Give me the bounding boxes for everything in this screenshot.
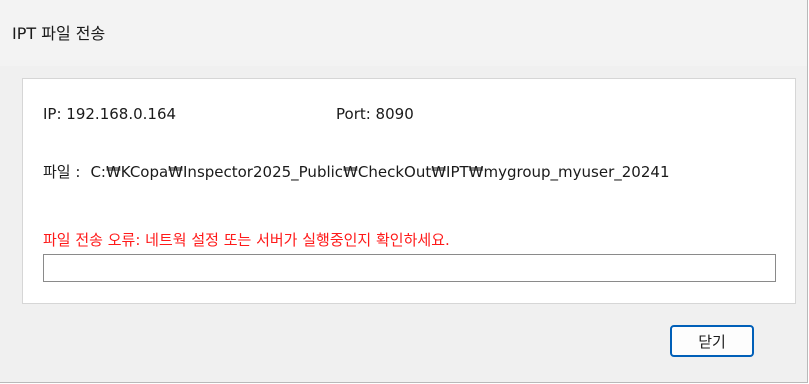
file-path-text: C:₩KCopa₩Inspector2025_Public₩CheckOut₩I… <box>90 163 670 181</box>
transfer-progress-bar <box>43 254 776 282</box>
error-message: 파일 전송 오류: 네트웍 설정 또는 서버가 실행중인지 확인하세요. <box>43 231 450 249</box>
file-label: 파일 : <box>43 163 81 181</box>
ipt-file-transfer-dialog: IPT 파일 전송 IP: 192.168.0.164 Port: 8090 파… <box>0 0 808 383</box>
content-panel: IP: 192.168.0.164 Port: 8090 파일 : C:₩KCop… <box>22 78 796 304</box>
ip-address-label: IP: 192.168.0.164 <box>43 105 177 123</box>
window-title: IPT 파일 전송 <box>12 24 106 43</box>
file-path-row: 파일 : C:₩KCopa₩Inspector2025_Public₩CheckO… <box>43 161 795 182</box>
title-bar[interactable]: IPT 파일 전송 <box>0 0 807 66</box>
port-label: Port: 8090 <box>336 105 414 123</box>
close-button[interactable]: 닫기 <box>670 325 754 357</box>
